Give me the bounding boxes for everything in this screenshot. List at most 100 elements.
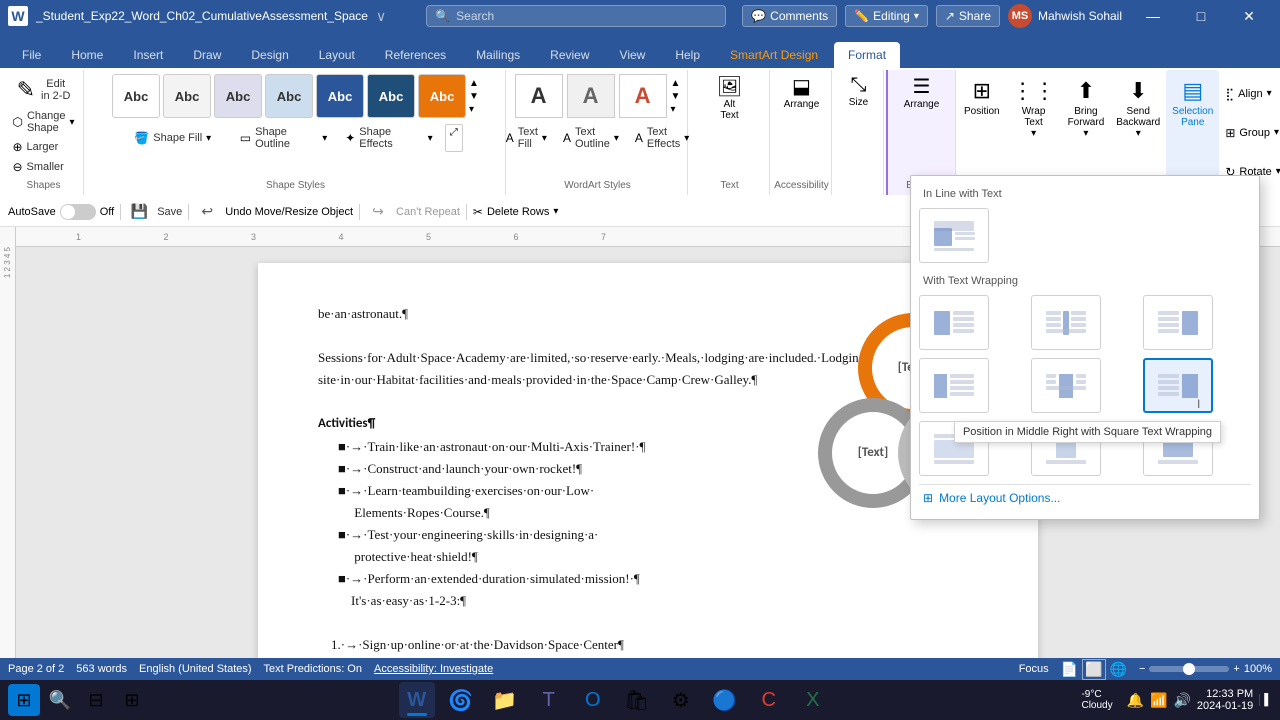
text-outline-button[interactable]: A Text Outline ▾ bbox=[557, 124, 625, 152]
edit-icon: ✏️ bbox=[854, 9, 869, 23]
taskbar-multitask[interactable]: ⊞ bbox=[116, 684, 148, 716]
taskbar-explorer[interactable]: 📁 bbox=[487, 682, 523, 718]
taskbar-left: ⊞ 🔍 ⊟ ⊞ bbox=[8, 684, 148, 716]
larger-button[interactable]: ⊕ Larger bbox=[6, 138, 80, 156]
title-chevron-icon[interactable]: ∨ bbox=[376, 8, 386, 25]
undo-button[interactable]: ↩ bbox=[195, 200, 219, 224]
shape-fill-button[interactable]: 🪣 Shape Fill ▾ bbox=[128, 124, 227, 152]
wrap-square-left[interactable] bbox=[919, 295, 989, 350]
shape-style-5[interactable]: Abc bbox=[316, 74, 364, 118]
zoom-thumb bbox=[1183, 663, 1195, 675]
tab-review[interactable]: Review bbox=[536, 42, 603, 68]
tab-help[interactable]: Help bbox=[661, 42, 714, 68]
shape-styles-expand[interactable]: ⤢ bbox=[445, 124, 463, 152]
wrap-tight-right[interactable]: I Position in Middle Right with Square T… bbox=[1143, 358, 1213, 413]
close-button[interactable]: ✕ bbox=[1226, 0, 1272, 32]
taskbar-right: -9°C Cloudy 🔔 📶 🔊 12:33 PM 2024-01-19 ▌ bbox=[1081, 688, 1272, 712]
read-mode-icon[interactable]: 📄 bbox=[1061, 661, 1078, 678]
more-layout-options[interactable]: ⊞ More Layout Options... bbox=[919, 484, 1251, 511]
tab-insert[interactable]: Insert bbox=[119, 42, 177, 68]
wordart-scroll[interactable]: ▲ ▼ ▾ bbox=[671, 78, 681, 115]
zoom-out-icon[interactable]: − bbox=[1139, 663, 1145, 675]
taskbar-excel[interactable]: X bbox=[795, 682, 831, 718]
ruler-vertical-marks: 1 2 3 4 5 bbox=[3, 247, 12, 278]
shape-styles-scroll[interactable]: ▲ ▼ ▾ bbox=[469, 78, 479, 115]
comments-button[interactable]: 💬 Comments bbox=[742, 5, 837, 27]
cursor-indicator: I bbox=[1197, 397, 1205, 407]
save-button[interactable]: 💾 bbox=[127, 200, 151, 224]
accessibility-status[interactable]: Accessibility: Investigate bbox=[374, 663, 493, 675]
tab-layout[interactable]: Layout bbox=[305, 42, 369, 68]
wordart-style-2[interactable]: A bbox=[567, 74, 615, 118]
tab-home[interactable]: Home bbox=[57, 42, 117, 68]
tab-file[interactable]: File bbox=[8, 42, 55, 68]
network-icon[interactable]: 📶 bbox=[1150, 692, 1167, 709]
size-button[interactable]: ⤡ Size bbox=[849, 74, 868, 108]
tab-draw[interactable]: Draw bbox=[179, 42, 235, 68]
settings-icon: ⚙ bbox=[672, 688, 690, 713]
group-button[interactable]: ⊞ Group ▾ bbox=[1225, 126, 1280, 140]
wrap-square-right[interactable] bbox=[1143, 295, 1213, 350]
wrap-tight-left[interactable] bbox=[919, 358, 989, 413]
share-button[interactable]: ↗ Share bbox=[936, 5, 1000, 27]
smaller-button[interactable]: ⊖ Smaller bbox=[6, 158, 80, 176]
web-layout-icon[interactable]: 🌐 bbox=[1110, 661, 1127, 678]
wrap-square-center[interactable] bbox=[1031, 295, 1101, 350]
shape-style-2[interactable]: Abc bbox=[163, 74, 211, 118]
show-desktop[interactable]: ▌ bbox=[1259, 694, 1272, 706]
autosave-toggle[interactable] bbox=[60, 204, 96, 220]
tab-references[interactable]: References bbox=[371, 42, 460, 68]
view-icons: 📄 ⬜ 🌐 bbox=[1061, 659, 1127, 680]
redo-button[interactable]: ↪ bbox=[366, 200, 390, 224]
text-fill-button[interactable]: A Text Fill ▾ bbox=[500, 124, 553, 152]
maximize-button[interactable]: □ bbox=[1178, 0, 1224, 32]
tab-mailings[interactable]: Mailings bbox=[462, 42, 534, 68]
volume-icon[interactable]: 🔊 bbox=[1173, 692, 1190, 709]
delete-rows-button[interactable]: ✂ Delete Rows ▾ bbox=[473, 205, 558, 219]
tab-format[interactable]: Format bbox=[834, 42, 900, 68]
delete-rows-label: Delete Rows bbox=[487, 206, 549, 218]
taskbar-communicate[interactable]: C bbox=[751, 682, 787, 718]
shape-style-3[interactable]: Abc bbox=[214, 74, 262, 118]
tab-smartart-design[interactable]: SmartArt Design bbox=[716, 42, 832, 68]
taskbar-widgets[interactable]: ⊟ bbox=[80, 684, 112, 716]
edit-in-2d-button[interactable]: ✎ Editin 2-D bbox=[6, 74, 80, 106]
tab-design[interactable]: Design bbox=[237, 42, 302, 68]
taskbar-settings[interactable]: ⚙ bbox=[663, 682, 699, 718]
wordart-style-1[interactable]: A bbox=[515, 74, 563, 118]
alt-text-button[interactable]: 🖼 AltText bbox=[717, 74, 742, 121]
shape-style-7[interactable]: Abc bbox=[418, 74, 466, 118]
minimize-button[interactable]: — bbox=[1130, 0, 1176, 32]
text-effects-button[interactable]: A Text Effects ▾ bbox=[629, 124, 695, 152]
align-button[interactable]: ⣏ Align ▾ bbox=[1225, 87, 1280, 101]
wrap-inline[interactable] bbox=[919, 208, 989, 263]
wordart-style-3[interactable]: A bbox=[619, 74, 667, 118]
start-button[interactable]: ⊞ bbox=[8, 684, 40, 716]
zoom-slider[interactable] bbox=[1149, 666, 1229, 672]
shape-effects-button[interactable]: ✦ Shape Effects ▾ bbox=[339, 124, 438, 152]
shape-style-6[interactable]: Abc bbox=[367, 74, 415, 118]
print-layout-icon[interactable]: ⬜ bbox=[1082, 659, 1105, 680]
taskbar-outlook[interactable]: O bbox=[575, 682, 611, 718]
shape-outline-button[interactable]: ▭ Shape Outline ▾ bbox=[234, 124, 333, 152]
zoom-in-icon[interactable]: + bbox=[1233, 663, 1239, 675]
ribbon-group-accessibility: ⬓ Arrange Accessibility bbox=[772, 70, 832, 195]
arrange-button[interactable]: ⬓ Arrange bbox=[784, 74, 820, 110]
wrap-tight-center[interactable] bbox=[1031, 358, 1101, 413]
taskbar-search[interactable]: 🔍 bbox=[44, 684, 76, 716]
shape-style-1[interactable]: Abc bbox=[112, 74, 160, 118]
search-bar[interactable]: 🔍 Search bbox=[426, 5, 726, 27]
editing-button[interactable]: ✏️ Editing ▾ bbox=[845, 5, 928, 27]
notification-icon[interactable]: 🔔 bbox=[1127, 692, 1144, 709]
taskbar-chrome[interactable]: 🔵 bbox=[707, 682, 743, 718]
focus-mode[interactable]: Focus bbox=[1019, 663, 1049, 675]
taskbar-teams[interactable]: T bbox=[531, 682, 567, 718]
shape-style-4[interactable]: Abc bbox=[265, 74, 313, 118]
group-icon: ⊞ bbox=[1225, 126, 1235, 140]
taskbar-edge[interactable]: 🌀 bbox=[443, 682, 479, 718]
effects-arrange-btn[interactable]: ☰ Arrange bbox=[904, 74, 940, 110]
tab-view[interactable]: View bbox=[606, 42, 660, 68]
taskbar-word[interactable]: W bbox=[399, 682, 435, 718]
taskbar-store[interactable]: 🛍 bbox=[619, 682, 655, 718]
change-shape-button[interactable]: ⬡ Change Shape ▾ bbox=[6, 108, 80, 136]
